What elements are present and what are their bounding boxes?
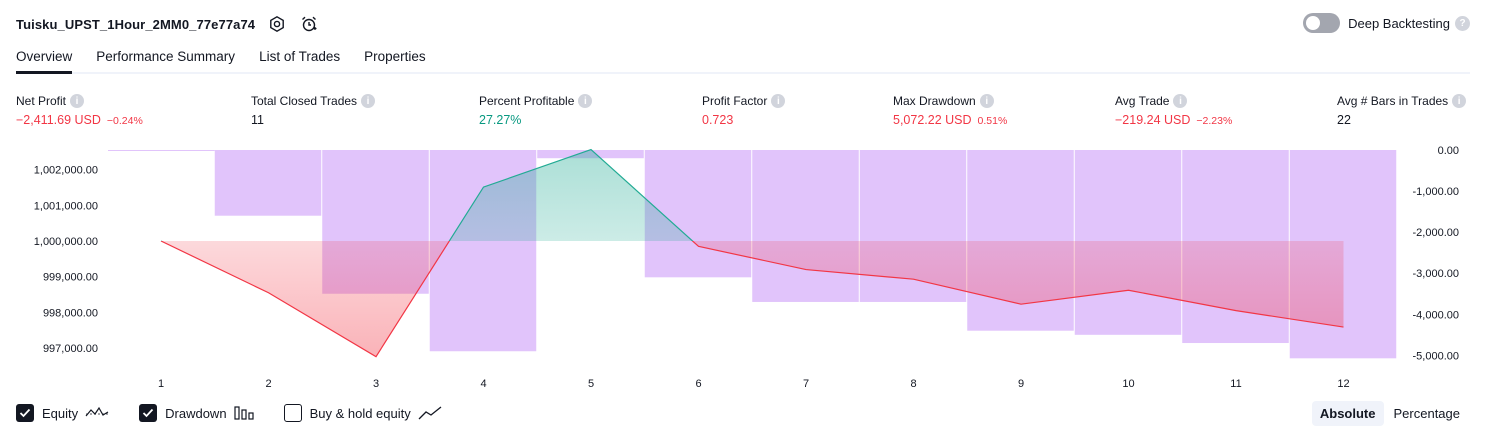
x-axis-tick: 5 — [588, 378, 594, 390]
strategy-header: Tuisku_UPST_1Hour_2MM0_77e77a74 — [16, 12, 319, 36]
equity-drawdown-chart: 1,002,000.00 1,001,000.00 1,000,000.00 999,… — [34, 145, 1459, 390]
equity-line-icon — [85, 405, 109, 421]
info-icon[interactable]: i — [771, 94, 786, 108]
info-icon[interactable]: i — [1173, 94, 1188, 108]
metric-label: Max Drawdown — [893, 94, 976, 108]
drawdown-bar — [752, 150, 859, 302]
metric-avg-trade: Avg Trade i −219.24 USD −2.23% — [1115, 93, 1232, 127]
metric-net-profit: Net Profit i −2,411.69 USD −0.24% — [16, 93, 143, 127]
buy-hold-line-icon — [418, 405, 442, 421]
tab-bar: Overview Performance Summary List of Tra… — [16, 46, 1470, 74]
metric-label: Avg # Bars in Trades — [1337, 94, 1449, 108]
left-axis-tick: 998,000.00 — [43, 307, 98, 319]
metric-total-closed-trades: Total Closed Trades i 11 — [251, 93, 376, 127]
metric-value: 22 — [1337, 113, 1351, 127]
left-axis-tick: 997,000.00 — [43, 343, 98, 355]
drawdown-checkbox[interactable] — [139, 404, 158, 422]
info-icon[interactable]: i — [979, 94, 994, 108]
right-axis-tick: -4,000.00 — [1413, 309, 1459, 321]
metric-label: Percent Profitable — [479, 94, 575, 108]
metric-value: 5,072.22 USD — [893, 113, 972, 127]
x-axis: 1 2 3 4 5 6 7 8 9 10 11 12 — [158, 378, 1350, 390]
legend-label: Drawdown — [165, 405, 227, 421]
tab-properties[interactable]: Properties — [364, 46, 426, 74]
absolute-button[interactable]: Absolute — [1311, 401, 1384, 426]
info-icon[interactable]: i — [361, 94, 376, 108]
right-axis-tick: -3,000.00 — [1413, 268, 1459, 280]
info-icon[interactable]: i — [1452, 94, 1467, 108]
metric-label: Total Closed Trades — [251, 94, 358, 108]
drawdown-bar — [108, 150, 215, 151]
metric-avg-bars-in-trades: Avg # Bars in Trades i 22 — [1337, 93, 1467, 127]
chart-legend: Equity Drawdown Buy & hold equity — [16, 404, 472, 422]
x-axis-tick: 1 — [158, 378, 164, 390]
x-axis-tick: 9 — [1018, 378, 1024, 390]
right-axis: 0.00 -1,000.00 -2,000.00 -3,000.00 -4,000.00… — [1413, 145, 1459, 362]
x-axis-tick: 4 — [480, 378, 486, 390]
metric-label: Net Profit — [16, 94, 67, 108]
x-axis-tick: 8 — [910, 378, 916, 390]
x-axis-tick: 10 — [1122, 378, 1134, 390]
info-icon[interactable]: i — [70, 94, 85, 108]
left-axis: 1,002,000.00 1,001,000.00 1,000,000.00 999,… — [34, 165, 98, 356]
right-axis-tick: -2,000.00 — [1413, 227, 1459, 239]
drawdown-bars-icon — [233, 405, 254, 421]
metric-value: −2,411.69 USD — [16, 113, 101, 127]
metric-label: Profit Factor — [702, 94, 768, 108]
tab-overview[interactable]: Overview — [16, 46, 73, 74]
view-mode-switch: Absolute Percentage — [1310, 401, 1468, 426]
legend-buy-hold-equity[interactable]: Buy & hold equity — [283, 404, 442, 422]
metric-value: 11 — [251, 113, 264, 127]
metric-value: 0.723 — [702, 113, 734, 127]
percentage-button[interactable]: Percentage — [1386, 401, 1469, 426]
tab-list-of-trades[interactable]: List of Trades — [259, 46, 340, 74]
legend-equity[interactable]: Equity — [16, 404, 109, 422]
metric-profit-factor: Profit Factor i 0.723 — [702, 93, 786, 127]
legend-drawdown[interactable]: Drawdown — [139, 404, 254, 422]
metric-value: −219.24 USD — [1115, 113, 1191, 127]
left-axis-tick: 1,001,000.00 — [34, 200, 98, 212]
toggle-knob — [1306, 16, 1321, 30]
deep-backtesting-label: Deep Backtesting — [1348, 15, 1450, 31]
alarm-clock-icon[interactable] — [299, 14, 319, 34]
buy-hold-checkbox[interactable] — [283, 404, 302, 422]
info-icon[interactable]: i — [578, 94, 593, 108]
deep-backtesting-toggle[interactable] — [1303, 13, 1341, 33]
x-axis-tick: 6 — [695, 378, 701, 390]
right-axis-tick: 0.00 — [1438, 145, 1459, 157]
metric-value: 27.27% — [479, 113, 522, 127]
help-icon[interactable]: ? — [1455, 15, 1470, 31]
gear-icon[interactable] — [267, 14, 287, 34]
equity-checkbox[interactable] — [16, 404, 34, 422]
metric-percent-profitable: Percent Profitable i 27.27% — [479, 93, 593, 127]
legend-label: Buy & hold equity — [309, 405, 411, 421]
metric-max-drawdown: Max Drawdown i 5,072.22 USD 0.51% — [893, 93, 1007, 127]
left-axis-tick: 1,000,000.00 — [34, 236, 98, 248]
metric-sub-value: −0.24% — [106, 115, 143, 127]
right-axis-tick: -5,000.00 — [1413, 350, 1459, 362]
metric-sub-value: 0.51% — [977, 115, 1008, 127]
metric-sub-value: −2.23% — [1196, 115, 1233, 127]
tab-performance-summary[interactable]: Performance Summary — [96, 46, 235, 74]
deep-backtesting: Deep Backtesting ? — [1303, 13, 1470, 33]
left-axis-tick: 1,002,000.00 — [34, 165, 98, 177]
x-axis-tick: 12 — [1337, 378, 1349, 390]
x-axis-tick: 11 — [1230, 378, 1241, 390]
right-axis-tick: -1,000.00 — [1413, 186, 1459, 198]
x-axis-tick: 7 — [803, 378, 809, 390]
left-axis-tick: 999,000.00 — [43, 272, 98, 284]
metric-label: Avg Trade — [1115, 94, 1170, 108]
strategy-title: Tuisku_UPST_1Hour_2MM0_77e77a74 — [16, 16, 256, 32]
x-axis-tick: 2 — [265, 378, 271, 390]
drawdown-bar — [214, 150, 322, 216]
legend-label: Equity — [42, 405, 79, 421]
x-axis-tick: 3 — [373, 378, 379, 390]
